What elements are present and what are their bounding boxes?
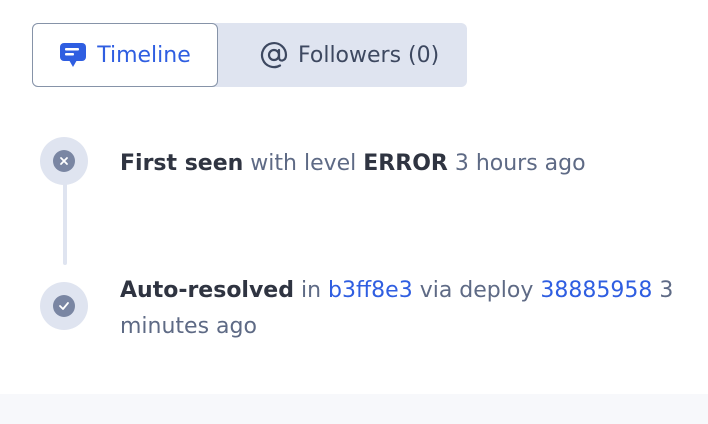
event-time: 3 hours ago xyxy=(454,151,586,176)
event-level: ERROR xyxy=(363,151,448,176)
event-auto-resolved: Auto-resolved in b3ff8e3 via deploy 3888… xyxy=(120,273,680,345)
tab-followers[interactable]: Followers (0) xyxy=(260,23,439,87)
tab-followers-label: Followers (0) xyxy=(298,42,440,68)
footer-band xyxy=(0,394,708,424)
timeline-connector xyxy=(63,180,67,265)
tab-timeline-label: Timeline xyxy=(97,42,191,68)
tab-bar: Timeline Followers (0) xyxy=(32,23,467,87)
deploy-link[interactable]: 38885958 xyxy=(540,278,652,303)
close-icon xyxy=(53,150,75,172)
checkmark-icon xyxy=(53,295,75,317)
commit-link[interactable]: b3ff8e3 xyxy=(328,278,413,303)
event-first-seen: First seen with level ERROR 3 hours ago xyxy=(120,146,680,182)
tab-timeline[interactable]: Timeline xyxy=(32,23,218,87)
event-connector: in xyxy=(300,278,322,303)
event-title: First seen xyxy=(120,151,244,176)
event-title: Auto-resolved xyxy=(120,278,294,303)
event-connector: with level xyxy=(250,151,357,176)
event-connector: via deploy xyxy=(419,278,534,303)
event-marker-first-seen xyxy=(40,137,88,185)
event-marker-auto-resolved xyxy=(40,282,88,330)
comment-icon xyxy=(59,42,87,68)
at-sign-icon xyxy=(260,41,288,69)
